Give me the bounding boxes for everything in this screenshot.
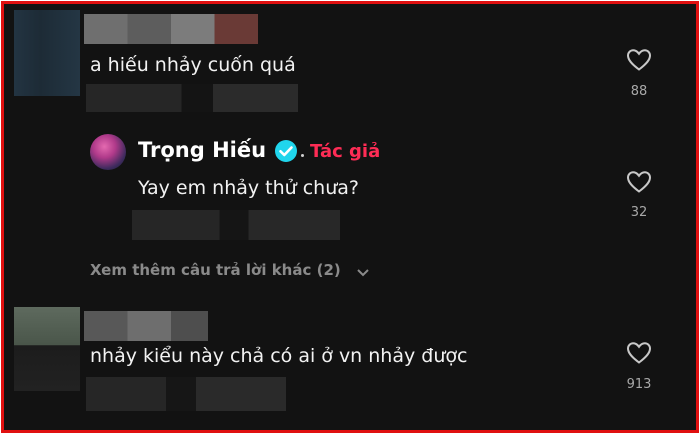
avatar[interactable]: [14, 307, 80, 391]
comment-panel: a hiếu nhảy cuốn quá 88 Trọng Hiếu Tác g…: [1, 1, 699, 433]
separator-dot: [301, 154, 304, 157]
view-more-replies-button[interactable]: Xem thêm câu trả lời khác (2): [90, 261, 369, 283]
chevron-down-icon: [356, 265, 370, 283]
comment-meta-blurred: [86, 84, 298, 112]
reply-meta-blurred: [132, 210, 340, 240]
comment-item: nhảy kiểu này chả có ai ở vn nhảy được 9…: [4, 299, 696, 430]
comment-text: nhảy kiểu này chả có ai ở vn nhảy được: [90, 345, 468, 367]
author-avatar[interactable]: [90, 134, 126, 170]
like-count: 88: [630, 84, 648, 99]
username-blurred[interactable]: [84, 311, 208, 341]
view-more-replies-label: Xem thêm câu trả lời khác (2): [90, 261, 341, 279]
heart-icon[interactable]: [626, 341, 652, 365]
username-blurred[interactable]: [84, 14, 258, 44]
comment-text: a hiếu nhảy cuốn quá: [90, 54, 296, 76]
heart-icon[interactable]: [626, 48, 652, 72]
comment-item: a hiếu nhảy cuốn quá 88: [4, 4, 696, 124]
reply-item: Trọng Hiếu Tác giả Yay em nhảy thử chưa?…: [4, 124, 696, 254]
author-badge: Tác giả: [310, 141, 381, 162]
heart-icon[interactable]: [626, 170, 652, 194]
author-name[interactable]: Trọng Hiếu: [138, 138, 266, 162]
like-count: 913: [626, 377, 652, 392]
verified-badge-icon: [274, 139, 298, 168]
like-count: 32: [630, 205, 648, 220]
comment-meta-blurred: [86, 377, 286, 411]
avatar[interactable]: [14, 10, 80, 96]
reply-text: Yay em nhảy thử chưa?: [138, 177, 359, 199]
